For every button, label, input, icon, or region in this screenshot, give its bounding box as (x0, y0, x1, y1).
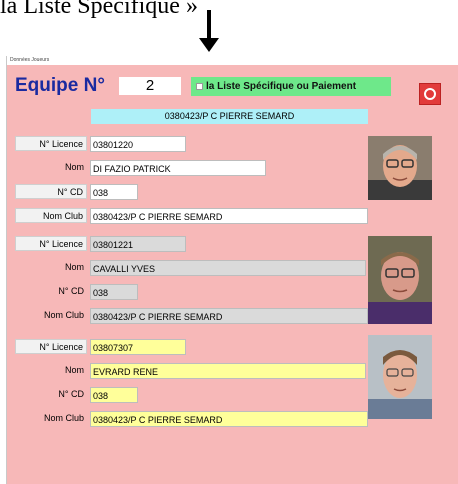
licence-label: N° Licence (15, 339, 87, 354)
name-field[interactable]: EVRARD RENE (90, 363, 366, 379)
club-header: 0380423/P C PIERRE SEMARD (91, 109, 368, 124)
caption-text: la Liste Spécifique » (0, 0, 198, 19)
cd-field[interactable]: 038 (90, 184, 138, 200)
player-photo (368, 335, 432, 419)
close-button[interactable] (419, 83, 441, 105)
licence-label: N° Licence (15, 136, 87, 151)
name-label: Nom (64, 162, 84, 172)
pointer-arrow-shaft (207, 10, 211, 40)
cd-label: N° CD (15, 184, 87, 199)
club-field[interactable]: 0380423/P C PIERRE SEMARD (90, 308, 368, 324)
cd-label: N° CD (58, 389, 84, 399)
name-field[interactable]: CAVALLI YVES (90, 260, 366, 276)
specific-list-checkbox[interactable] (196, 83, 203, 90)
player-data-window: Données Joueurs Equipe N° 2 la Liste Spé… (6, 56, 458, 484)
name-label: Nom (64, 365, 84, 375)
club-label: Nom Club (43, 310, 84, 320)
club-field[interactable]: 0380423/P C PIERRE SEMARD (90, 208, 368, 224)
club-label: Nom Club (43, 413, 84, 423)
licence-label: N° Licence (15, 236, 87, 251)
team-number-label: Equipe N° (15, 75, 105, 96)
specific-list-toggle[interactable]: la Liste Spécifique ou Paiement (191, 77, 391, 96)
pointer-arrow-icon (199, 38, 219, 52)
licence-field[interactable]: 03801221 (90, 236, 186, 252)
power-icon (424, 88, 436, 100)
licence-field[interactable]: 03807307 (90, 339, 186, 355)
player-photo (368, 236, 432, 324)
name-field[interactable]: DI FAZIO PATRICK (90, 160, 266, 176)
cd-field[interactable]: 038 (90, 387, 138, 403)
club-label: Nom Club (15, 208, 87, 223)
specific-list-label: la Liste Spécifique ou Paiement (206, 81, 357, 92)
player-photo (368, 136, 432, 200)
window-title: Données Joueurs (7, 56, 458, 65)
team-number-field[interactable]: 2 (119, 77, 181, 95)
club-field[interactable]: 0380423/P C PIERRE SEMARD (90, 411, 368, 427)
name-label: Nom (64, 262, 84, 272)
cd-label: N° CD (58, 286, 84, 296)
licence-field[interactable]: 03801220 (90, 136, 186, 152)
cd-field[interactable]: 038 (90, 284, 138, 300)
